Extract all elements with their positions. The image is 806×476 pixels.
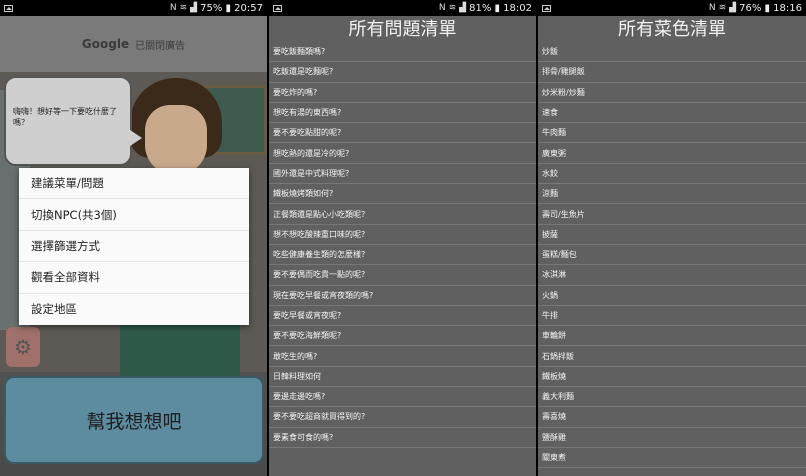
dish-list-item[interactable]: 牛肉麵 [538,123,806,144]
status-bar: N ≋ ▟ 81% ▮ 18:02 [269,0,536,16]
question-list: 要吃飯麵類嗎? 吃飯還是吃麵呢? 要吃炸的嗎? 想吃有湯的東西嗎? 要不要吃點甜的呢? 想… [269,42,536,448]
status-bar: N ≋ ▟ 75% ▮ 20:57 [0,0,267,16]
status-text: 75% ▮ 20:57 [200,2,263,14]
dish-list-item[interactable]: 蛋糕/麵包 [538,245,806,266]
question-list-item[interactable]: 要素食可食的嗎? [269,428,536,448]
menu-item-suggest[interactable]: 建議菜單/問題 [19,168,249,200]
ad-banner: Google 已關閉廣告 [0,16,267,72]
dish-list-item[interactable]: 炒飯 [538,42,806,63]
dish-list-item[interactable]: 炒米粉/炒麵 [538,83,806,103]
nfc-icon: N [169,3,177,13]
question-list-item[interactable]: 想不想吃酸辣重口味的呢? [269,225,536,245]
image-notification-icon [542,4,551,12]
question-list-item[interactable]: 要吃炸的嗎? [269,83,536,103]
signal-icon: ▟ [459,3,467,13]
menu-item-filter[interactable]: 選擇篩選方式 [19,231,249,263]
question-list-item[interactable]: 日韓料理如何 [269,367,536,388]
image-notification-icon [273,4,282,12]
question-list-item[interactable]: 想吃熱的還是冷的呢? [269,143,536,164]
wifi-icon: ≋ [448,3,457,13]
question-list-item[interactable]: 鐵板燒烤類如何? [269,184,536,205]
dish-list-item[interactable]: 壽喜燒 [538,407,806,428]
question-list-item[interactable]: 要吃早餐或宵夜呢? [269,306,536,327]
dish-list-item[interactable]: 火鍋 [538,286,806,306]
dish-list-screen: N ≋ ▟ 76% ▮ 18:16 所有菜色清單 炒飯 排骨/雞腿飯 炒米粉/炒麵 速食 牛肉… [538,0,806,476]
question-list-item[interactable]: 要邊走邊吃嗎? [269,387,536,408]
question-list-item[interactable]: 現在要吃早餐或宵夜類的嗎? [269,286,536,306]
question-list-item[interactable]: 想吃有湯的東西嗎? [269,103,536,124]
wifi-icon: ≋ [179,3,188,13]
npc-face [145,105,207,175]
menu-item-region[interactable]: 設定地區 [19,294,249,325]
ad-brand: Google [81,37,130,51]
dish-list-item[interactable]: 速食 [538,103,806,124]
signal-icon: ▟ [729,3,737,13]
popup-menu: 建議菜單/問題 切換NPC(共3個) 選擇篩選方式 觀看全部資料 設定地區 [19,168,249,325]
wifi-icon: ≋ [718,3,727,13]
dish-list-item[interactable]: 車輪餅 [538,326,806,347]
dish-list-item[interactable]: 披薩 [538,225,806,245]
dish-list-item[interactable]: 關東煮 [538,448,806,469]
dish-list-item[interactable]: 鹽酥雞 [538,428,806,448]
nfc-icon: N [708,3,716,13]
question-list-item[interactable]: 要吃飯麵類嗎? [269,42,536,63]
dish-list-item[interactable]: 水餃 [538,164,806,185]
game-screen: N ≋ ▟ 75% ▮ 20:57 Google 已關閉廣告 嗨嗨！想好等一下要吃什麼… [0,0,267,476]
question-list-item[interactable]: 吃些健康養生類的怎麼樣? [269,245,536,266]
dish-list-item[interactable]: 鐵板燒 [538,367,806,388]
status-text: 81% ▮ 18:02 [469,2,532,14]
think-for-me-button[interactable]: 幫我想想吧 [4,376,264,464]
question-list-item[interactable]: 要不要吃海鮮類呢? [269,326,536,347]
dish-list-item[interactable]: 義大利麵 [538,387,806,408]
nfc-icon: N [438,3,446,13]
question-list-screen: N ≋ ▟ 81% ▮ 18:02 所有問題清單 要吃飯麵類嗎? 吃飯還是吃麵呢? 要吃炸… [269,0,536,476]
status-text: 76% ▮ 18:16 [739,2,802,14]
page-title: 所有菜色清單 [618,19,726,40]
speech-bubble: 嗨嗨！想好等一下要吃什麼了嗎？ [4,76,142,166]
dish-list-item[interactable]: 冰淇淋 [538,265,806,286]
ad-text: 已關閉廣告 [135,40,186,52]
menu-item-switch-npc[interactable]: 切換NPC(共3個) [19,199,249,231]
question-list-item[interactable]: 正餐類還是點心小吃類呢? [269,204,536,225]
question-list-item[interactable]: 吃飯還是吃麵呢? [269,62,536,83]
dish-list-item[interactable]: 牛排 [538,306,806,327]
dish-list-item[interactable]: 廣東粥 [538,143,806,164]
menu-item-view-all[interactable]: 觀看全部資料 [19,262,249,294]
dish-list-item[interactable]: 壽司/生魚片 [538,204,806,225]
dish-list-item[interactable]: 石鍋拌飯 [538,346,806,367]
settings-gear-icon[interactable]: ⚙ [6,327,40,367]
dish-list-item[interactable]: 涼麵 [538,184,806,205]
page-title: 所有問題清單 [348,19,457,40]
dish-list-item[interactable]: 排骨/雞腿飯 [538,62,806,83]
signal-icon: ▟ [190,3,198,13]
dish-list: 炒飯 排骨/雞腿飯 炒米粉/炒麵 速食 牛肉麵 廣東粥 水餃 涼麵 壽司/生魚片 披薩 蛋糕/麵包冰… [538,42,806,469]
status-bar: N ≋ ▟ 76% ▮ 18:16 [538,0,806,16]
question-list-item[interactable]: 國外還是中式料理呢? [269,164,536,185]
question-list-item[interactable]: 敢吃生的嗎? [269,346,536,367]
question-list-item[interactable]: 要不要吃超商就買得到的? [269,407,536,428]
image-notification-icon [4,4,13,12]
question-list-item[interactable]: 要不要偶而吃貴一點的呢? [269,265,536,286]
question-list-item[interactable]: 要不要吃點甜的呢? [269,123,536,144]
